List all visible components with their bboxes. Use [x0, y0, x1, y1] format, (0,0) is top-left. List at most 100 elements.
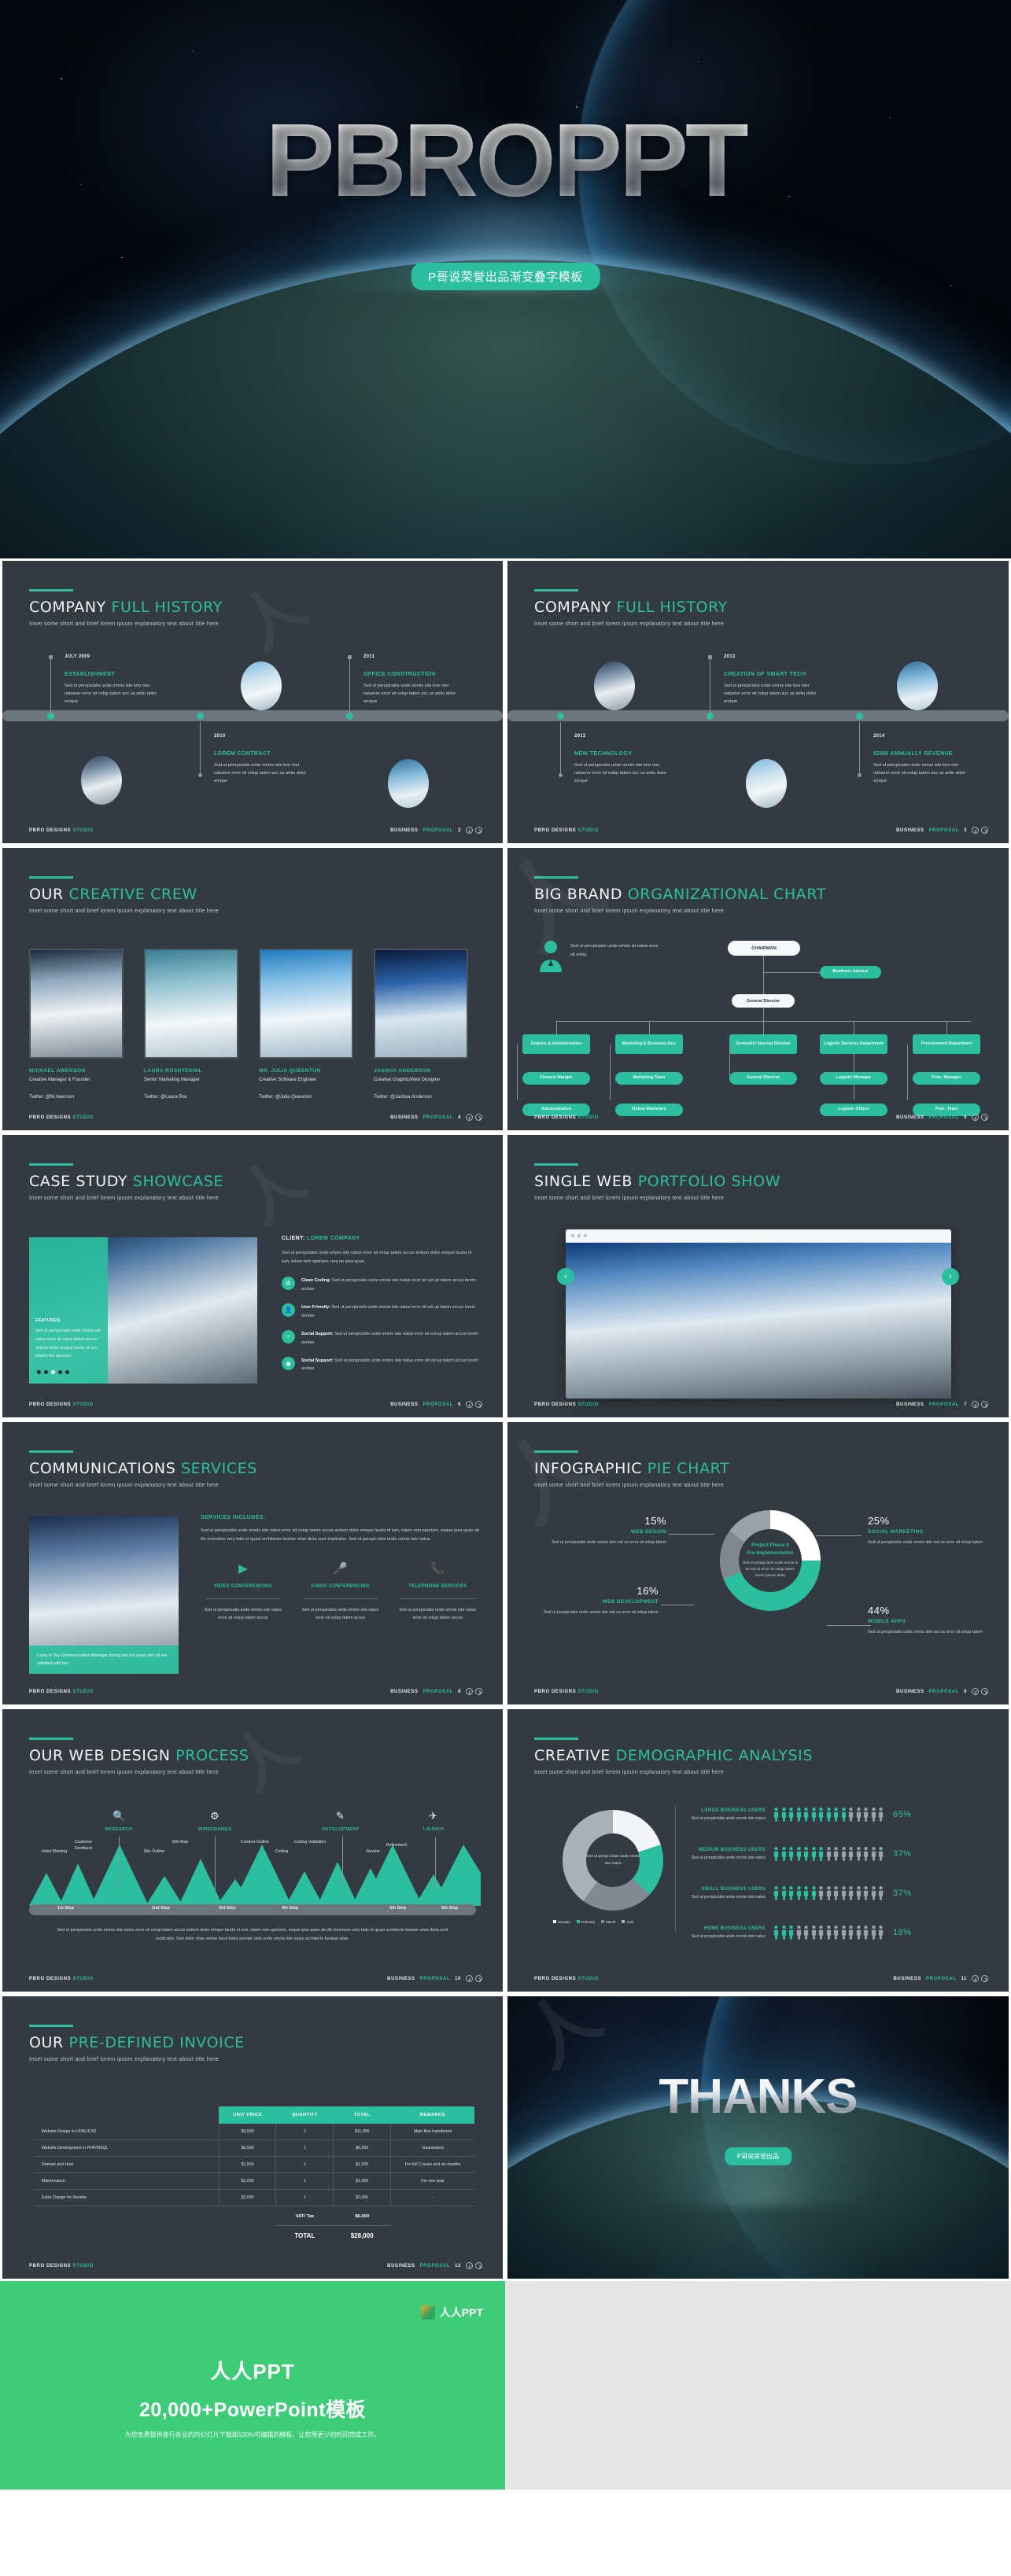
center-line-2: Pre-Implementation [747, 1550, 794, 1557]
crew-twitter[interactable]: Twitter: @Julia.Queentun [259, 1095, 353, 1100]
slide-company-history-2[interactable]: COMPANY FULL HISTORY Inset some short an… [505, 558, 1011, 846]
crew-twitter[interactable]: Twitter: @Laura.Ros [144, 1095, 238, 1100]
slide-nav[interactable] [466, 2262, 482, 2269]
prev-slide-icon[interactable] [466, 1688, 473, 1695]
next-slide-icon[interactable] [475, 2262, 482, 2269]
slide-thanks[interactable]: 人 THANKS P哥说荣誉出品 [505, 1994, 1011, 2281]
case-study-details: CLIENT: LOREM COMPANY Sed ut perspiciati… [282, 1236, 478, 1373]
slide-case-study[interactable]: CASE STUDY SHOWCASE Inset some short and… [0, 1133, 505, 1420]
org-advisor[interactable]: Business Advisor [820, 966, 881, 978]
prev-slide-icon[interactable] [466, 827, 473, 834]
org-sub[interactable]: Logistic Manager [820, 1072, 887, 1085]
slide-nav[interactable] [466, 1114, 482, 1121]
crew-member[interactable]: JASHUA ANDERSON Creative Graphic/Web Des… [374, 949, 468, 1100]
service-column[interactable]: 📞 TELEPHONE SERVICES Sed ut perspiciatis… [395, 1561, 480, 1622]
org-sub[interactable]: Online Marketers [615, 1104, 683, 1116]
slide-invoice[interactable]: OUR PRE-DEFINED INVOICE Inset some short… [0, 1994, 505, 2281]
feature-bold: User Friendly: [301, 1305, 330, 1310]
crew-twitter[interactable]: Twitter: @M.Awerson [29, 1095, 124, 1100]
org-director[interactable]: General Director [732, 994, 795, 1008]
org-dept[interactable]: Domestic/ Internal Division [729, 1034, 797, 1054]
process-milestone: DEVELOPMENT [322, 1827, 360, 1832]
slide-nav[interactable] [972, 1401, 988, 1408]
prev-slide-icon[interactable] [972, 827, 979, 834]
crew-role: Creative Software Engineer [259, 1078, 317, 1082]
org-chairman[interactable]: CHAIRMAN [728, 941, 800, 956]
crew-member[interactable]: LAURA ROSHTEKHIL Senior Marketing Manage… [144, 949, 238, 1100]
slide-company-history-1[interactable]: COMPANY FULL HISTORY Inset some short an… [0, 558, 505, 846]
features-panel: FEATURES: Sed ut perspiciatis unde omnis… [29, 1237, 108, 1384]
demographic-row: LARGE BUSINESS USERS Sed ut perspiciatis… [688, 1807, 912, 1822]
next-slide-icon[interactable] [981, 1114, 988, 1121]
org-sub[interactable]: General Director [729, 1072, 797, 1085]
slide-nav[interactable] [466, 827, 482, 834]
prev-slide-icon[interactable] [466, 1975, 473, 1982]
crew-member[interactable]: MICHAEL AWERSON Creative Manager & Found… [29, 949, 124, 1100]
footer-meta-accent: PROPOSAL [928, 1689, 960, 1694]
prev-slide-icon[interactable] [972, 1975, 979, 1982]
org-sub[interactable]: Marketing Team [615, 1072, 683, 1085]
prev-slide-icon[interactable] [972, 1401, 979, 1408]
crew-twitter[interactable]: Twitter: @Jashua.Anderson [374, 1095, 468, 1100]
org-dept[interactable]: Finance & Administration [522, 1034, 590, 1054]
prev-slide-icon[interactable] [972, 1688, 979, 1695]
prev-slide-icon[interactable] [466, 1114, 473, 1121]
slide-communications-services[interactable]: COMMUNICATIONS SERVICES Inset some short… [0, 1420, 505, 1707]
org-dept[interactable]: Marketing & Business Dev. [615, 1034, 683, 1054]
slide-nav[interactable] [466, 1688, 482, 1695]
person-icon [788, 1926, 794, 1940]
org-sub[interactable]: Finance Manger [522, 1072, 590, 1085]
slide-design-process[interactable]: OUR WEB DESIGN PROCESS Inset some short … [0, 1707, 505, 1994]
next-slide-icon[interactable] [981, 1401, 988, 1408]
page-subtitle: Inset some short and brief lorem ipsum e… [29, 2055, 219, 2062]
title-rule [29, 589, 73, 591]
slide-nav[interactable] [972, 1688, 988, 1695]
next-slide-icon[interactable] [475, 1688, 482, 1695]
carousel-dots[interactable] [37, 1370, 69, 1374]
slide-nav[interactable] [466, 1401, 482, 1408]
crew-member[interactable]: MR. JULIA QUEENTUN Creative Software Eng… [259, 949, 353, 1100]
page-subtitle: Inset some short and brief lorem ipsum e… [534, 1481, 724, 1488]
person-icon [818, 1886, 824, 1900]
org-sub[interactable]: Proc. Manager [913, 1072, 980, 1085]
org-sub[interactable]: Administration [522, 1104, 590, 1116]
person-icon [871, 1926, 876, 1940]
footer-meta: BUSINESS PROPOSAL 8 [390, 1688, 482, 1695]
title-rule [29, 876, 73, 879]
donut-center-text: Sed ut persp iciatis unde omnis iste nat… [586, 1854, 640, 1866]
carousel-next-button[interactable]: › [942, 1267, 959, 1285]
carousel-prev-button[interactable]: ‹ [557, 1267, 574, 1285]
service-column[interactable]: 🎤 AUDIO CONFERENCING Sed ut perspiciatis… [298, 1561, 383, 1622]
next-slide-icon[interactable] [475, 827, 482, 834]
footer-meta: BUSINESS PROPOSAL 10 [387, 1975, 482, 1982]
slide-nav[interactable] [972, 1114, 988, 1121]
slide-nav[interactable] [466, 1975, 482, 1982]
prev-slide-icon[interactable] [466, 1401, 473, 1408]
thanks-background: 人 THANKS P哥说荣誉出品 [507, 1996, 1009, 2279]
prev-slide-icon[interactable] [972, 1114, 979, 1121]
pictogram-row [773, 1925, 884, 1940]
next-slide-icon[interactable] [475, 1975, 482, 1982]
timeline-stem [50, 657, 51, 714]
slide-creative-crew[interactable]: OUR CREATIVE CREW Inset some short and b… [0, 846, 505, 1133]
org-dept[interactable]: Logistic Services Department [820, 1034, 887, 1054]
person-icon [878, 1808, 884, 1822]
next-slide-icon[interactable] [981, 1975, 988, 1982]
slide-nav[interactable] [972, 827, 988, 834]
prev-slide-icon[interactable] [466, 2262, 473, 2269]
next-slide-icon[interactable] [981, 1688, 988, 1695]
person-icon [811, 1886, 816, 1900]
demographic-value: 37% [893, 1888, 912, 1898]
next-slide-icon[interactable] [981, 827, 988, 834]
next-slide-icon[interactable] [475, 1114, 482, 1121]
slide-demographic-analysis[interactable]: CREATIVE DEMOGRAPHIC ANALYSIS Inset some… [505, 1707, 1011, 1994]
slide-portfolio-show[interactable]: SINGLE WEB PORTFOLIO SHOW Inset some sho… [505, 1133, 1011, 1420]
next-slide-icon[interactable] [475, 1401, 482, 1408]
org-dept[interactable]: Procurement Department [913, 1034, 980, 1054]
slide-nav[interactable] [972, 1975, 988, 1982]
title-white: COMMUNICATIONS [29, 1460, 176, 1477]
slide-org-chart[interactable]: BIG BRAND ORGANIZATIONAL CHART Inset som… [505, 846, 1011, 1133]
service-column[interactable]: ▶ VIDEO CONFERENCING Sed ut perspiciatis… [201, 1561, 286, 1622]
org-sub[interactable]: Logistic Officer [820, 1104, 887, 1116]
slide-pie-chart[interactable]: INFOGRAPHIC PIE CHART Inset some short a… [505, 1420, 1011, 1707]
